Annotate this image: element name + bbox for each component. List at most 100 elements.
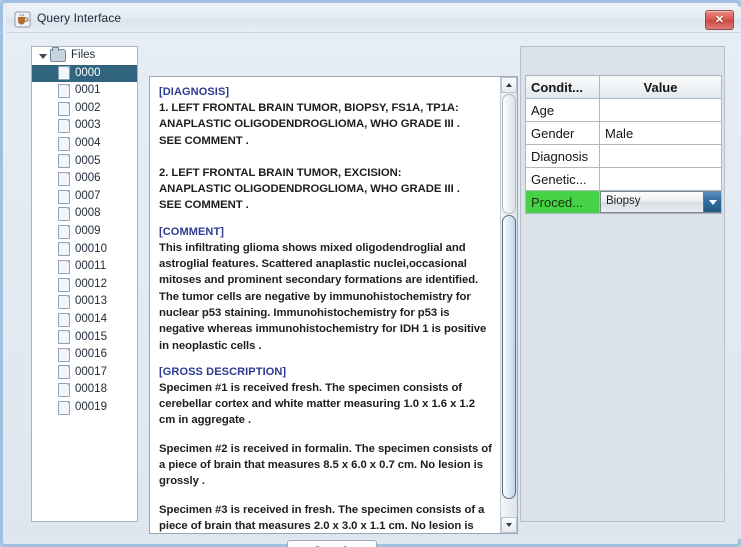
close-icon: ✕ bbox=[706, 11, 733, 29]
file-icon bbox=[58, 137, 70, 151]
file-icon bbox=[58, 278, 70, 292]
file-icon bbox=[58, 242, 70, 256]
gross-description-section: [GROSS DESCRIPTION] Specimen #1 is recei… bbox=[159, 366, 492, 533]
tree-item-00016[interactable]: 00016 bbox=[32, 346, 137, 364]
table-row[interactable]: Diagnosis bbox=[526, 145, 722, 168]
window-title: Query Interface bbox=[37, 11, 121, 25]
tree-item-00011[interactable]: 00011 bbox=[32, 258, 137, 276]
procedure-selected-value: Biopsy bbox=[606, 195, 641, 207]
diagnosis-line-6: SEE COMMENT . bbox=[159, 197, 492, 213]
document-text-content: [DIAGNOSIS] 1. LEFT FRONTAL BRAIN TUMOR,… bbox=[150, 77, 501, 533]
diagnosis-line-3: SEE COMMENT . bbox=[159, 133, 492, 149]
comment-section: [COMMENT] This infiltrating glioma shows… bbox=[159, 226, 492, 354]
tree-item-00015[interactable]: 00015 bbox=[32, 329, 137, 347]
file-tree-panel[interactable]: Files 0000 0001 0002 0003 bbox=[31, 46, 138, 522]
tree-item-00014[interactable]: 00014 bbox=[32, 311, 137, 329]
combobox-toggle-button[interactable] bbox=[703, 192, 721, 212]
table-row[interactable]: Proced... Biopsy Biopsy bbox=[526, 191, 722, 214]
value-cell-diagnosis[interactable] bbox=[600, 145, 722, 168]
tree-item-label: 00017 bbox=[75, 367, 107, 379]
procedure-dropdown-list[interactable]: Biopsy Resection Excision bbox=[600, 213, 722, 214]
tree-item-label: 0002 bbox=[75, 103, 101, 115]
tree-item-0000[interactable]: 0000 bbox=[32, 65, 137, 83]
condition-cell-age[interactable]: Age bbox=[526, 99, 600, 122]
tree-item-0007[interactable]: 0007 bbox=[32, 188, 137, 206]
document-text-panel[interactable]: [DIAGNOSIS] 1. LEFT FRONTAL BRAIN TUMOR,… bbox=[149, 76, 518, 534]
tree-item-00018[interactable]: 00018 bbox=[32, 381, 137, 399]
tree-item-label: 0000 bbox=[75, 68, 101, 80]
table-row[interactable]: Age bbox=[526, 99, 722, 122]
tree-item-00017[interactable]: 00017 bbox=[32, 364, 137, 382]
condition-cell-genetic[interactable]: Genetic... bbox=[526, 168, 600, 191]
file-icon bbox=[58, 295, 70, 309]
tree-item-label: 0003 bbox=[75, 120, 101, 132]
tree-item-0005[interactable]: 0005 bbox=[32, 153, 137, 171]
column-header-condition[interactable]: Condit... bbox=[526, 76, 600, 99]
value-cell-genetic[interactable] bbox=[600, 168, 722, 191]
tree-item-00010[interactable]: 00010 bbox=[32, 241, 137, 259]
table-row[interactable]: Gender Male bbox=[526, 122, 722, 145]
caret-up-icon bbox=[506, 83, 512, 87]
scroll-up-button[interactable] bbox=[501, 77, 517, 93]
diagnosis-line-5: ANAPLASTIC OLIGODENDROGLIOMA, WHO GRADE … bbox=[159, 181, 492, 197]
tree-item-label: 00016 bbox=[75, 349, 107, 361]
conditions-table: Condit... Value Age Gender Male bbox=[525, 75, 722, 214]
tree-root-files[interactable]: Files bbox=[32, 47, 137, 65]
tree-item-0003[interactable]: 0003 bbox=[32, 117, 137, 135]
window-content: Files 0000 0001 0002 0003 bbox=[6, 33, 741, 539]
diagnosis-line-4: 2. LEFT FRONTAL BRAIN TUMOR, EXCISION: bbox=[159, 165, 492, 181]
file-icon bbox=[58, 154, 70, 168]
tree-item-00013[interactable]: 00013 bbox=[32, 293, 137, 311]
tree-item-0009[interactable]: 0009 bbox=[32, 223, 137, 241]
tree-item-0004[interactable]: 0004 bbox=[32, 135, 137, 153]
file-icon bbox=[58, 119, 70, 133]
file-icon bbox=[58, 84, 70, 98]
file-icon bbox=[58, 383, 70, 397]
close-button[interactable]: ✕ bbox=[705, 10, 734, 30]
search-button[interactable]: Search bbox=[287, 540, 377, 547]
tree-item-label: 00019 bbox=[75, 402, 107, 414]
tree-item-00012[interactable]: 00012 bbox=[32, 276, 137, 294]
tree-item-0006[interactable]: 0006 bbox=[32, 170, 137, 188]
tree-item-label: 00013 bbox=[75, 296, 107, 308]
tree-item-0001[interactable]: 0001 bbox=[32, 82, 137, 100]
tree-item-label: 00015 bbox=[75, 332, 107, 344]
procedure-combobox[interactable]: Biopsy bbox=[600, 191, 722, 213]
gross-paragraph-3: Specimen #3 is received in fresh. The sp… bbox=[159, 502, 492, 533]
table-row[interactable]: Genetic... bbox=[526, 168, 722, 191]
comment-heading: [COMMENT] bbox=[159, 226, 492, 238]
column-header-value[interactable]: Value bbox=[600, 76, 722, 99]
file-icon bbox=[58, 330, 70, 344]
condition-cell-gender[interactable]: Gender bbox=[526, 122, 600, 145]
tree-item-label: 0006 bbox=[75, 173, 101, 185]
scrollbar-track-upper[interactable] bbox=[502, 94, 516, 214]
chevron-down-icon bbox=[709, 200, 717, 205]
caret-down-icon bbox=[506, 523, 512, 527]
tree-item-label: 0005 bbox=[75, 156, 101, 168]
file-icon bbox=[58, 102, 70, 116]
folder-icon bbox=[50, 49, 66, 62]
file-icon bbox=[58, 348, 70, 362]
diagnosis-line-2: ANAPLASTIC OLIGODENDROGLIOMA, WHO GRADE … bbox=[159, 116, 492, 132]
file-icon bbox=[58, 313, 70, 327]
file-icon bbox=[58, 260, 70, 274]
document-vertical-scrollbar[interactable] bbox=[500, 77, 517, 533]
tree-item-label: 00011 bbox=[75, 261, 106, 273]
scrollbar-thumb[interactable] bbox=[502, 215, 516, 499]
tree-item-00019[interactable]: 00019 bbox=[32, 399, 137, 417]
file-icon bbox=[58, 172, 70, 186]
tree-item-0002[interactable]: 0002 bbox=[32, 100, 137, 118]
value-cell-gender[interactable]: Male bbox=[600, 122, 722, 145]
diagnosis-section: [DIAGNOSIS] 1. LEFT FRONTAL BRAIN TUMOR,… bbox=[159, 86, 492, 214]
value-cell-age[interactable] bbox=[600, 99, 722, 122]
value-cell-procedure[interactable]: Biopsy Biopsy Resection Excision bbox=[600, 191, 722, 214]
condition-cell-diagnosis[interactable]: Diagnosis bbox=[526, 145, 600, 168]
gross-paragraph-1: Specimen #1 is received fresh. The speci… bbox=[159, 380, 492, 429]
condition-cell-procedure[interactable]: Proced... bbox=[526, 191, 600, 214]
title-bar: Query Interface ✕ bbox=[6, 6, 741, 33]
file-icon bbox=[58, 207, 70, 221]
file-icon bbox=[58, 401, 70, 415]
tree-item-0008[interactable]: 0008 bbox=[32, 205, 137, 223]
chevron-down-icon[interactable] bbox=[38, 51, 48, 61]
scroll-down-button[interactable] bbox=[501, 517, 517, 533]
